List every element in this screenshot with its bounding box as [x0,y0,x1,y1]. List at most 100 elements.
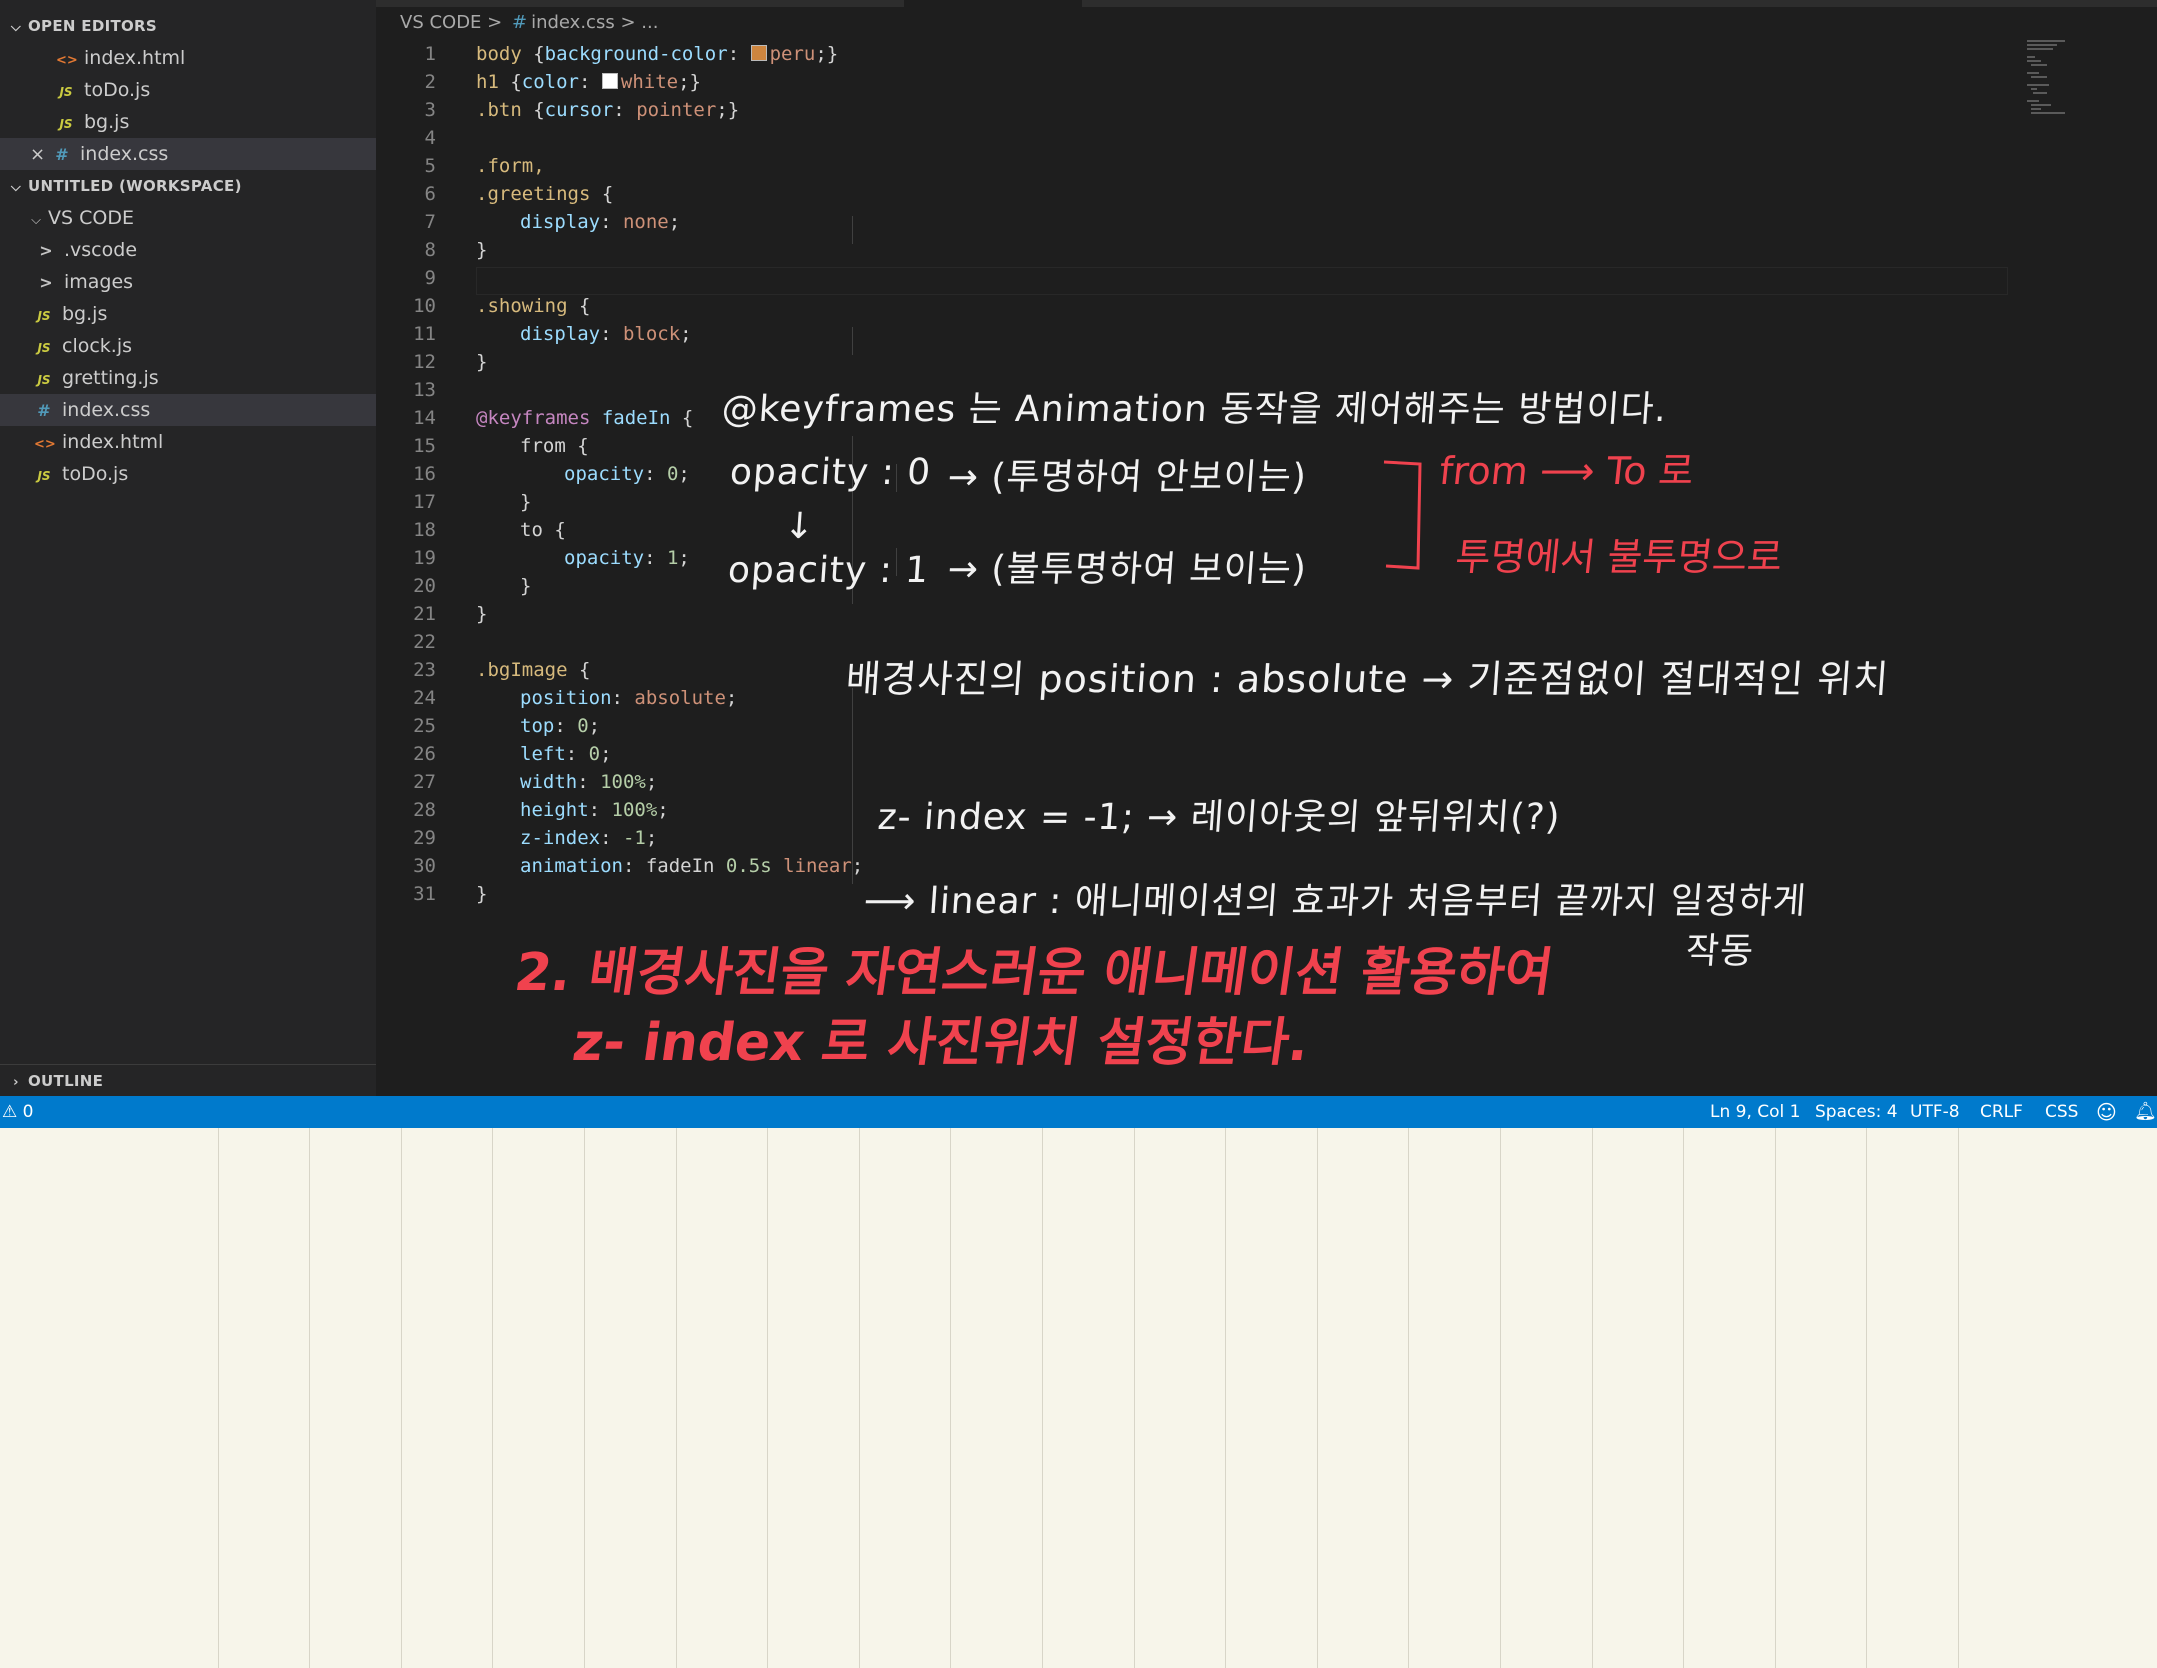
paper-line [950,1128,951,1668]
code-line: } [476,239,488,261]
chevron-right-icon: › [13,1075,19,1090]
chevron-down-icon: ⌵ [10,20,22,35]
paper-line [1958,1128,1959,1668]
js-file-icon: JS [59,117,73,131]
color-swatch-white[interactable] [601,73,618,89]
close-icon[interactable]: × [30,139,52,171]
css-file-icon: # [37,401,51,420]
indent-guide [896,464,897,492]
breadcrumb-file[interactable]: index.css [531,12,615,33]
line-number: 5 [424,155,436,177]
line-number: 16 [413,463,436,485]
folder-vs-code[interactable]: ⌵ VS CODE [0,202,376,234]
file-bg-js[interactable]: JS bg.js [0,298,376,330]
paper-line [309,1128,310,1668]
paper-line [1134,1128,1135,1668]
outline-header[interactable]: › OUTLINE [0,1064,376,1097]
indent-guide [852,436,853,604]
line-number: 1 [424,43,436,65]
breadcrumb-more[interactable]: > ... [620,12,658,33]
smiley-icon[interactable]: ☺ [2096,1096,2117,1128]
minimap-line [2027,100,2039,102]
line-number: 30 [413,855,436,877]
paper-line [1775,1128,1776,1668]
language-mode[interactable]: CSS [2045,1096,2078,1128]
code-line: display: none; [520,211,681,233]
line-number: 28 [413,799,436,821]
workspace-header[interactable]: ⌵ UNTITLED (WORKSPACE) [0,170,376,202]
line-number: 22 [413,631,436,653]
tab-strip-right [1082,0,2157,7]
js-file-icon: JS [59,85,73,99]
minimap-line [2031,104,2051,106]
open-editor-todo-js[interactable]: JS toDo.js [0,74,376,106]
chevron-right-icon: > [39,241,53,260]
folder-images[interactable]: > images [0,266,376,298]
code-line: from { [520,435,589,457]
code-line: .greetings { [476,183,614,205]
paper-line [1042,1128,1043,1668]
html-file-icon: <> [34,437,56,452]
line-number: 9 [424,267,436,289]
vscode-window: ⌵ OPEN EDITORS <> index.html JS toDo.js JS b… [0,0,2157,1128]
breadcrumb: VS CODE > # index.css > ... [400,12,658,33]
file-todo-js[interactable]: JS toDo.js [0,458,376,490]
code-line: } [476,603,488,625]
code-line: } [520,575,532,597]
bell-icon[interactable]: 🔔︎ [2134,1096,2157,1128]
line-number: 3 [424,99,436,121]
line-number: 4 [424,127,436,149]
line-number: 26 [413,743,436,765]
js-file-icon: JS [37,341,51,355]
paper-line [1866,1128,1867,1668]
paper-line [492,1128,493,1668]
minimap[interactable] [2027,40,2127,120]
status-bar: ⚠ 0 Ln 9, Col 1 Spaces: 4 UTF-8 CRLF CSS… [0,1096,2157,1128]
open-editors-header[interactable]: ⌵ OPEN EDITORS [0,10,376,42]
paper-line [767,1128,768,1668]
line-number: 24 [413,687,436,709]
line-number: 20 [413,575,436,597]
file-index-html[interactable]: <> index.html [0,426,376,458]
open-editor-index-html[interactable]: <> index.html [0,42,376,74]
current-line-highlight [476,267,2008,295]
line-ending[interactable]: CRLF [1980,1096,2023,1128]
breadcrumb-root[interactable]: VS CODE [400,12,481,33]
line-number: 2 [424,71,436,93]
code-line: animation: fadeIn 0.5s linear; [520,855,864,877]
paper-line [1317,1128,1318,1668]
line-number: 6 [424,183,436,205]
line-number: 25 [413,715,436,737]
folder-vscode[interactable]: > .vscode [0,234,376,266]
code-line: width: 100%; [520,771,658,793]
paper-line [1683,1128,1684,1668]
file-clock-js[interactable]: JS clock.js [0,330,376,362]
file-index-css[interactable]: # index.css [0,394,376,426]
line-number: 11 [413,323,436,345]
cursor-position[interactable]: Ln 9, Col 1 [1710,1096,1801,1128]
line-number: 12 [413,351,436,373]
open-editor-bg-js[interactable]: JS bg.js [0,106,376,138]
indent-guide [852,216,853,244]
line-number: 14 [413,407,436,429]
problems-indicator[interactable]: ⚠ 0 [2,1096,33,1128]
color-swatch-peru[interactable] [750,45,767,61]
code-line: } [520,491,532,513]
minimap-line [2027,84,2049,86]
file-gretting-js[interactable]: JS gretting.js [0,362,376,394]
indent-guide [852,327,853,355]
indentation[interactable]: Spaces: 4 [1815,1096,1898,1128]
encoding[interactable]: UTF-8 [1910,1096,1960,1128]
paper-line [676,1128,677,1668]
open-editor-index-css[interactable]: × # index.css [0,138,376,170]
line-number: 31 [413,883,436,905]
line-number: 15 [413,435,436,457]
code-editor[interactable]: VS CODE > # index.css > ... 1 2 3 4 5 6 7… [376,0,2157,1096]
code-line: position: absolute; [520,687,738,709]
code-line: left: 0; [520,743,612,765]
css-file-icon: # [512,12,528,33]
code-line: .bgImage { [476,659,591,681]
code-line: @keyframes fadeIn { [476,407,694,429]
code-line: z-index: -1; [520,827,658,849]
paper-line [1408,1128,1409,1668]
